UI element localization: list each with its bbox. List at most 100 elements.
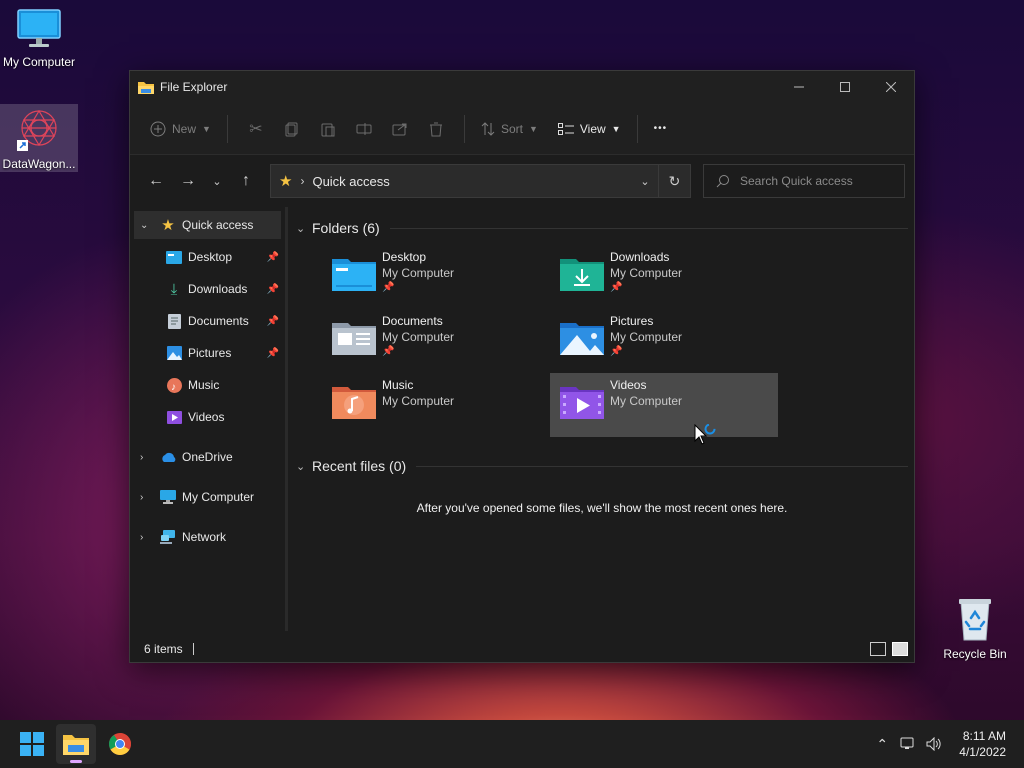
rename-icon — [356, 122, 372, 135]
chevron-right-icon[interactable]: › — [140, 532, 154, 543]
rename-button[interactable] — [346, 113, 382, 145]
computer-icon — [160, 489, 176, 505]
item-count: 6 items — [144, 642, 183, 656]
chevron-down-icon[interactable]: ⌄ — [140, 220, 154, 231]
folder-tile-downloads[interactable]: Downloads My Computer 📌 — [550, 245, 778, 309]
taskbar-clock[interactable]: 8:11 AM 4/1/2022 — [959, 728, 1006, 760]
start-button[interactable] — [12, 724, 52, 764]
star-icon: ★ — [161, 217, 175, 234]
documents-folder-icon — [332, 323, 376, 355]
show-hidden-icons-button[interactable]: ⌃ — [869, 736, 895, 753]
share-button[interactable] — [382, 113, 418, 145]
recent-section-header[interactable]: ⌄ Recent files (0) — [296, 455, 908, 477]
more-icon: ••• — [653, 123, 668, 134]
desktop-icon-label: My Computer — [2, 55, 76, 69]
sidebar-item-music[interactable]: ♪ Music — [134, 371, 281, 399]
pin-icon: 📌 — [266, 315, 279, 327]
sidebar-item-videos[interactable]: Videos — [134, 403, 281, 431]
view-icon — [557, 122, 574, 135]
status-divider — [192, 643, 194, 655]
details-view-icon[interactable] — [870, 642, 886, 656]
pin-icon: 📌 — [610, 282, 623, 293]
close-button[interactable] — [868, 71, 914, 103]
folder-location: My Computer — [610, 266, 683, 280]
pictures-icon — [166, 345, 182, 361]
sidebar-item-onedrive[interactable]: › OneDrive — [134, 443, 281, 471]
folder-tile-music[interactable]: Music My Computer — [322, 373, 550, 437]
up-button[interactable]: ↑ — [230, 165, 262, 197]
folders-header-label: Folders (6) — [312, 220, 380, 236]
sidebar-item-label: Downloads — [188, 282, 248, 296]
copy-button[interactable] — [274, 113, 310, 145]
taskbar-chrome-button[interactable] — [100, 724, 140, 764]
copy-icon — [285, 122, 298, 136]
minimize-button[interactable] — [776, 71, 822, 103]
paste-button[interactable] — [310, 113, 346, 145]
search-box[interactable] — [703, 164, 905, 198]
plus-circle-icon — [150, 121, 166, 136]
chevron-down-icon: ⌄ — [296, 460, 306, 473]
volume-icon[interactable] — [921, 737, 947, 751]
section-divider — [416, 465, 908, 467]
sidebar-item-label: Network — [182, 530, 227, 544]
sidebar-item-my-computer[interactable]: › My Computer — [134, 483, 281, 511]
taskbar-file-explorer-button[interactable] — [56, 724, 96, 764]
navigation-pane: ⌄ ★ Quick access Desktop 📌 ⤓ Downloads 📌… — [130, 207, 288, 631]
sidebar-item-label: OneDrive — [182, 450, 233, 464]
delete-button[interactable] — [418, 113, 454, 145]
back-button[interactable]: ← — [140, 165, 172, 197]
sort-icon — [481, 121, 495, 136]
refresh-button[interactable]: ↻ — [658, 165, 690, 197]
sidebar-item-documents[interactable]: Documents 📌 — [134, 307, 281, 335]
title-bar[interactable]: File Explorer — [130, 71, 914, 103]
datawagon-logo-icon — [17, 109, 57, 151]
arrow-left-icon: ← — [148, 172, 164, 189]
sidebar-item-pictures[interactable]: Pictures 📌 — [134, 339, 281, 367]
breadcrumb-location[interactable]: Quick access — [312, 174, 389, 189]
address-dropdown-button[interactable]: ⌄ — [632, 175, 658, 188]
new-button[interactable]: New ▼ — [144, 113, 217, 145]
network-status-icon[interactable] — [895, 737, 921, 751]
toolbar-divider — [463, 114, 465, 143]
desktop-icon-recycle-bin[interactable]: Recycle Bin — [936, 596, 1014, 661]
sidebar-item-desktop[interactable]: Desktop 📌 — [134, 243, 281, 271]
forward-button[interactable]: → — [172, 165, 204, 197]
folder-tile-pictures[interactable]: Pictures My Computer 📌 — [550, 309, 778, 373]
folder-tile-desktop[interactable]: Desktop My Computer 📌 — [322, 245, 550, 309]
more-options-button[interactable]: ••• — [648, 113, 674, 145]
view-button[interactable]: View ▼ — [552, 113, 627, 145]
chevron-right-icon[interactable]: › — [140, 452, 154, 463]
tiles-view-icon[interactable] — [892, 642, 908, 656]
clock-date: 4/1/2022 — [959, 745, 1006, 759]
maximize-button[interactable] — [822, 71, 868, 103]
pin-icon: 📌 — [266, 347, 279, 359]
breadcrumb-chevron-icon: › — [300, 174, 305, 188]
folder-location: My Computer — [382, 266, 455, 280]
folders-section-header[interactable]: ⌄ Folders (6) — [296, 217, 908, 239]
sort-button[interactable]: Sort ▼ — [475, 113, 544, 145]
sidebar-item-network[interactable]: › Network — [134, 523, 281, 551]
folder-location: My Computer — [610, 394, 683, 408]
documents-icon — [166, 313, 182, 329]
desktop-folder-icon — [166, 249, 182, 265]
mouse-cursor-busy-icon — [694, 424, 716, 445]
navigation-bar: ← → ⌄ ↑ ★ › Quick access ⌄ ↻ — [130, 155, 914, 207]
system-tray: ⌃ 8:11 AM 4/1/2022 — [869, 720, 1024, 768]
desktop-icon-my-computer[interactable]: My Computer — [0, 8, 78, 69]
desktop-icon-datawagon[interactable]: DataWagon... — [0, 104, 78, 172]
address-bar[interactable]: ★ › Quick access ⌄ ↻ — [270, 164, 691, 198]
pin-icon: 📌 — [610, 346, 623, 357]
cut-button[interactable]: ✂ — [238, 113, 274, 145]
sidebar-item-quick-access[interactable]: ⌄ ★ Quick access — [134, 211, 281, 239]
toolbar-divider — [226, 114, 228, 143]
folder-tile-documents[interactable]: Documents My Computer 📌 — [322, 309, 550, 373]
scissors-icon: ✂ — [249, 120, 263, 138]
search-icon — [716, 175, 729, 188]
sidebar-item-downloads[interactable]: ⤓ Downloads 📌 — [134, 275, 281, 303]
chevron-right-icon[interactable]: › — [140, 492, 154, 503]
recent-locations-button[interactable]: ⌄ — [204, 165, 230, 197]
taskbar: ⌃ 8:11 AM 4/1/2022 — [0, 720, 1024, 768]
search-input[interactable] — [740, 174, 890, 188]
folder-tile-videos[interactable]: Videos My Computer — [550, 373, 778, 437]
windows-logo-icon — [20, 732, 44, 756]
